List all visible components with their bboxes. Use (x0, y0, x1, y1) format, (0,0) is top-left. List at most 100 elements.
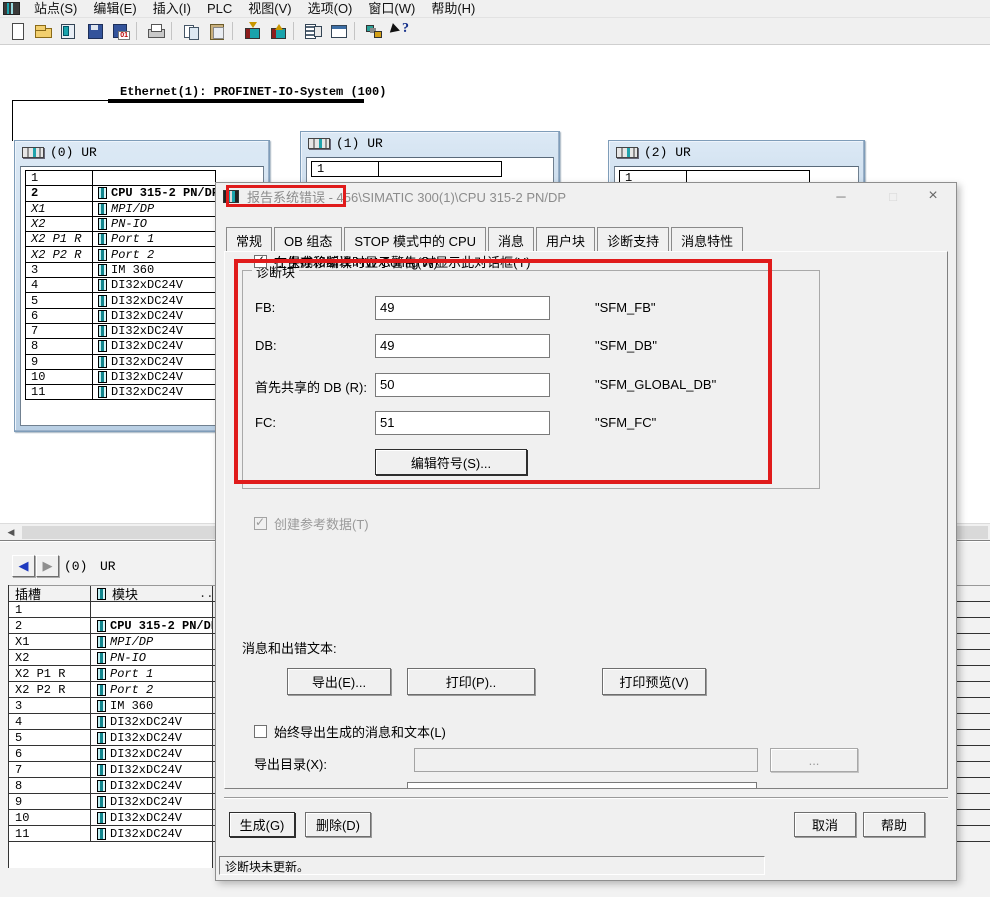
module-cell[interactable]: CPU 315-2 PN/DP (92, 185, 216, 201)
module-cell[interactable]: PN-IO (91, 650, 213, 665)
module-cell[interactable]: DI32xDC24V (91, 730, 213, 745)
module-cell[interactable]: MPI/DP (91, 634, 213, 649)
toolbar-button[interactable] (144, 20, 168, 43)
rack-slot-row[interactable]: 1 (311, 161, 502, 177)
rack-slot-row[interactable]: X2 P1 R Port 1 (25, 231, 216, 247)
toolbar-button[interactable] (240, 20, 264, 43)
rack-slot-row[interactable]: 7 DI32xDC24V (25, 323, 216, 339)
export-directory-input[interactable] (414, 748, 758, 772)
rack-slot-row[interactable]: X2 PN-IO (25, 216, 216, 232)
rack-0-titlebar[interactable]: (0) UR (15, 141, 269, 164)
module-cell[interactable]: DI32xDC24V (92, 277, 216, 293)
rack-slot-row[interactable]: 5 DI32xDC24V (25, 292, 216, 308)
dialog-tab[interactable]: 消息特性 (671, 227, 743, 252)
dialog-tab[interactable]: 消息 (488, 227, 534, 252)
column-header-module[interactable]: 模块 (91, 586, 213, 601)
module-cell[interactable]: Port 2 (91, 682, 213, 697)
menu-item[interactable]: 视图(V) (240, 0, 299, 18)
module-cell[interactable]: Port 2 (92, 246, 216, 262)
slot-number-cell[interactable]: 3 (9, 698, 91, 713)
print-button[interactable]: 打印(P).. (407, 668, 535, 695)
slot-number-cell[interactable]: 8 (9, 778, 91, 793)
slot-number-cell[interactable]: X2 P1 R (9, 666, 91, 681)
block-number-input[interactable]: 49 (375, 296, 550, 320)
module-cell[interactable]: DI32xDC24V (92, 323, 216, 339)
module-cell[interactable]: MPI/DP (92, 201, 216, 217)
module-cell[interactable]: DI32xDC24V (92, 308, 216, 324)
toolbar-button[interactable] (301, 20, 325, 43)
module-cell[interactable]: CPU 315-2 PN/DP (91, 618, 213, 633)
toolbar-button[interactable] (83, 20, 107, 43)
toolbar-button[interactable] (31, 20, 55, 43)
rack-slot-row[interactable]: 4 DI32xDC24V (25, 277, 216, 293)
dialog-tab[interactable]: 用户块 (536, 227, 595, 252)
block-number-input[interactable]: 51 (375, 411, 550, 435)
block-number-input[interactable]: 50 (375, 373, 550, 397)
slot-number-cell[interactable]: 8 (25, 338, 93, 354)
toolbar-button[interactable] (353, 20, 360, 43)
toolbar-button[interactable] (266, 20, 290, 43)
generate-button[interactable]: 生成(G) (229, 812, 295, 837)
slot-number-cell[interactable]: X2 P1 R (25, 231, 93, 247)
slot-number-cell[interactable]: 10 (9, 810, 91, 825)
checkbox[interactable] (254, 255, 267, 268)
toolbar-button[interactable] (57, 20, 81, 43)
module-cell[interactable]: DI32xDC24V (91, 714, 213, 729)
slot-number-cell[interactable]: 6 (9, 746, 91, 761)
slot-number-cell[interactable]: 4 (9, 714, 91, 729)
module-cell[interactable] (92, 170, 216, 186)
slot-number-cell[interactable]: 4 (25, 277, 93, 293)
slot-number-cell[interactable]: X2 P2 R (25, 246, 93, 262)
slot-number-cell[interactable]: 9 (25, 354, 93, 370)
slot-number-cell[interactable]: 9 (9, 794, 91, 809)
slot-number-cell[interactable]: 3 (25, 262, 93, 278)
rack-forward-button[interactable]: ▶ (36, 555, 59, 577)
menu-item[interactable]: 插入(I) (145, 0, 199, 18)
minimize-button[interactable]: ─ (824, 183, 858, 209)
always-export-checkbox[interactable] (254, 725, 267, 738)
print-preview-button[interactable]: 打印预览(V) (602, 668, 706, 695)
module-cell[interactable] (91, 602, 213, 617)
browse-button[interactable]: ... (770, 748, 858, 772)
slot-number-cell[interactable]: 5 (9, 730, 91, 745)
rack-slot-row[interactable]: X1 MPI/DP (25, 201, 216, 217)
rack-slot-row[interactable]: 10 DI32xDC24V (25, 369, 216, 385)
slot-number-cell[interactable]: X2 (25, 216, 93, 232)
rack-back-button[interactable]: ◀ (12, 555, 35, 577)
toolbar-button[interactable] (388, 20, 412, 43)
cancel-button[interactable]: 取消 (794, 812, 856, 837)
module-cell[interactable]: Port 1 (91, 666, 213, 681)
dialog-tab[interactable]: STOP 模式中的 CPU (344, 227, 486, 252)
help-button[interactable]: 帮助 (863, 812, 925, 837)
module-cell[interactable]: DI32xDC24V (91, 778, 213, 793)
edit-symbols-button[interactable]: 编辑符号(S)... (375, 449, 527, 475)
module-cell[interactable]: DI32xDC24V (92, 338, 216, 354)
module-cell[interactable]: DI32xDC24V (92, 354, 216, 370)
slot-number-cell[interactable]: 7 (25, 323, 93, 339)
slot-number-cell[interactable]: 10 (25, 369, 93, 385)
rack-slot-row[interactable]: 3 IM 360 (25, 262, 216, 278)
block-number-input[interactable]: 49 (375, 334, 550, 358)
menu-item[interactable]: PLC (199, 0, 240, 18)
toolbar-button[interactable] (5, 20, 29, 43)
slot-number-cell[interactable]: 11 (9, 826, 91, 841)
slot-number-cell[interactable]: 6 (25, 308, 93, 324)
toolbar-button[interactable] (135, 20, 142, 43)
module-cell[interactable]: Port 1 (92, 231, 216, 247)
profinet-bus-label[interactable]: Ethernet(1): PROFINET-IO-System (100) (120, 85, 386, 99)
rack-slot-row[interactable]: 8 DI32xDC24V (25, 338, 216, 354)
module-cell[interactable] (378, 161, 502, 177)
checkbox[interactable] (254, 517, 267, 530)
rack-2-titlebar[interactable]: (2) UR (609, 141, 864, 164)
module-cell[interactable]: DI32xDC24V (92, 369, 216, 385)
module-cell[interactable]: PN-IO (92, 216, 216, 232)
rack-slot-row[interactable]: 11 DI32xDC24V (25, 384, 216, 400)
module-cell[interactable]: IM 360 (92, 262, 216, 278)
module-cell[interactable]: DI32xDC24V (91, 810, 213, 825)
slot-number-cell[interactable]: X1 (9, 634, 91, 649)
toolbar-button[interactable] (362, 20, 386, 43)
profinet-bus-line[interactable] (108, 99, 364, 103)
module-cell[interactable]: DI32xDC24V (91, 826, 213, 841)
close-button[interactable]: × (916, 183, 950, 209)
slot-number-cell[interactable]: X2 (9, 650, 91, 665)
